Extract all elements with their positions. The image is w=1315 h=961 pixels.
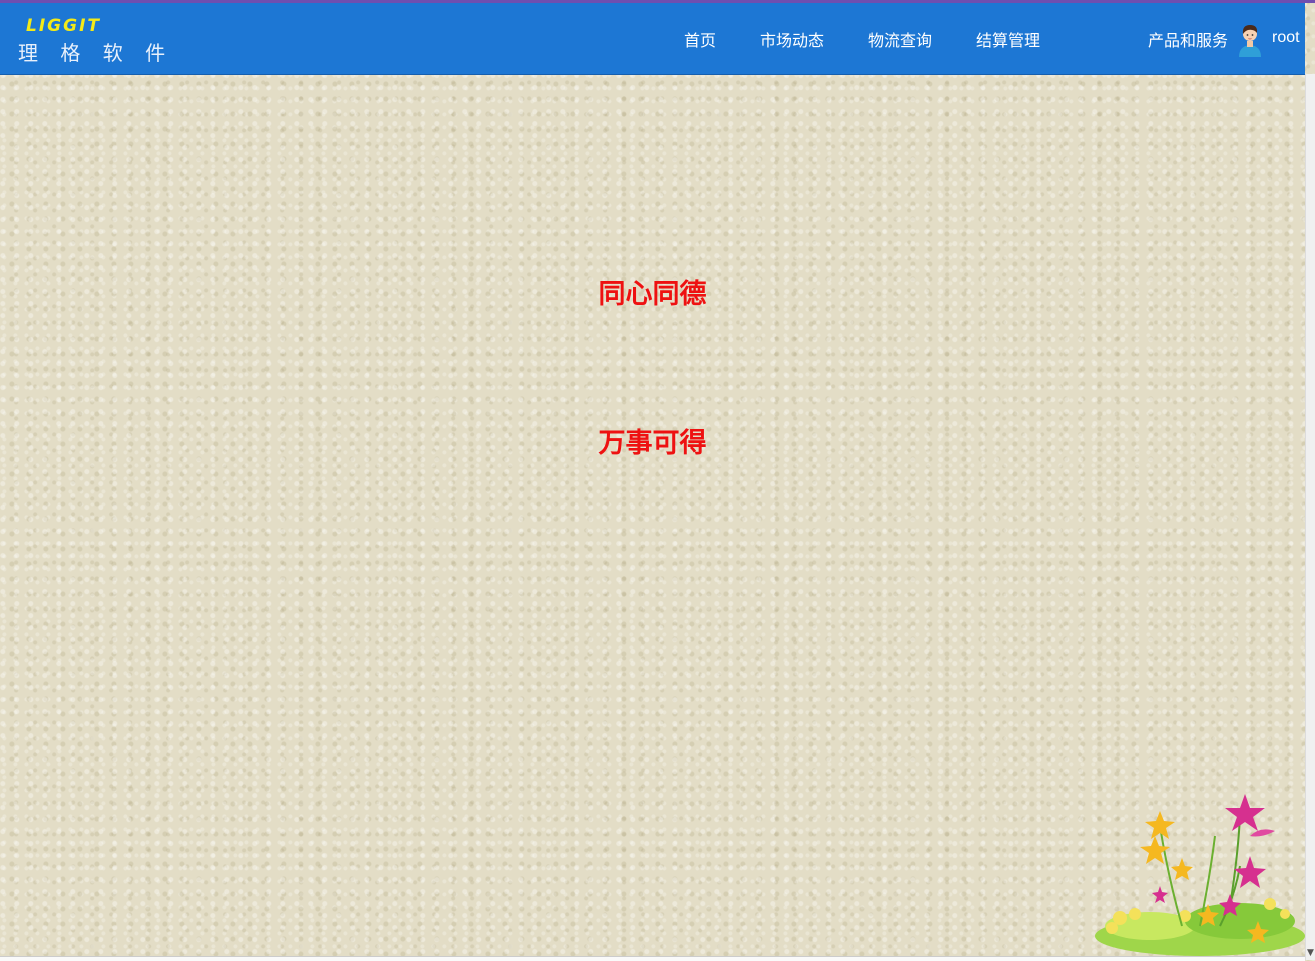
- username[interactable]: root: [1272, 29, 1300, 47]
- nav-market-news[interactable]: 市场动态: [760, 27, 824, 51]
- nav-products-services[interactable]: 产品和服务: [1148, 27, 1228, 51]
- user-avatar-icon[interactable]: [1236, 21, 1264, 57]
- window-bottom-border: [0, 956, 1305, 961]
- nav-settlement-management[interactable]: 结算管理: [976, 27, 1040, 51]
- logo-english[interactable]: LIGGIT: [26, 16, 101, 36]
- scroll-down-arrow-icon[interactable]: ▼: [1307, 948, 1314, 958]
- top-navbar: LIGGIT 理 格 软 件 首页 市场动态 物流查询 结算管理 产品和服务 r…: [0, 3, 1305, 75]
- flower-decoration-image: [1095, 794, 1305, 956]
- slogan-line-2: 万事可得: [598, 428, 707, 459]
- nav-logistics-query[interactable]: 物流查询: [868, 27, 932, 51]
- vertical-scrollbar[interactable]: ▼: [1305, 74, 1315, 960]
- nav-home[interactable]: 首页: [684, 27, 716, 51]
- logo-chinese[interactable]: 理 格 软 件: [18, 37, 173, 66]
- slogan-line-1: 同心同德: [598, 279, 707, 310]
